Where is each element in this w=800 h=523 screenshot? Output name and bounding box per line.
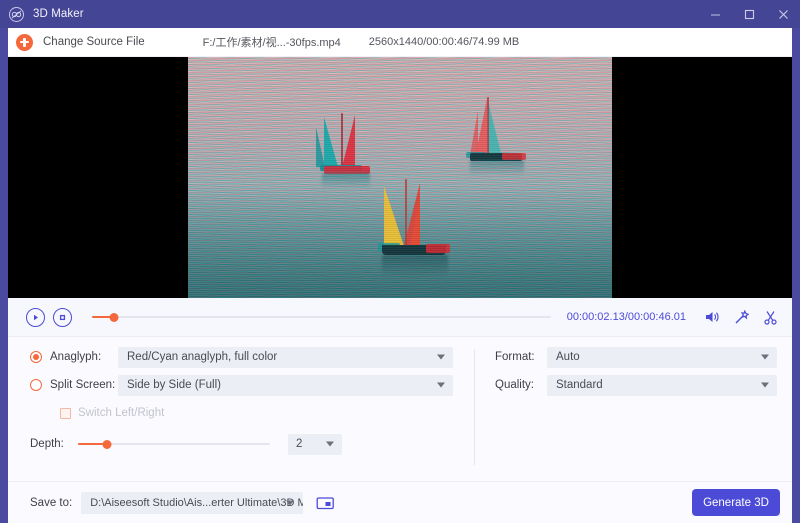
format-select-value: Auto (556, 351, 580, 363)
chevron-down-icon (437, 382, 445, 388)
depth-select-value: 2 (296, 438, 303, 450)
minimize-button[interactable] (698, 0, 732, 28)
source-file-meta: 2560x1440/00:00:46/74.99 MB (368, 36, 520, 48)
stop-icon[interactable] (53, 307, 72, 327)
quality-label: Quality: (495, 379, 534, 391)
settings-area: Anaglyph: Red/Cyan anaglyph, full color … (8, 337, 792, 481)
chevron-down-icon (286, 500, 295, 505)
change-source-file-button[interactable]: Change Source File (43, 36, 145, 48)
source-file-bar: Change Source File F:/工作/素材/视...-30fps.m… (8, 28, 792, 57)
seek-slider[interactable] (92, 310, 551, 324)
player-control-bar: 00:00:02.13/00:00:46.01 (8, 298, 792, 337)
window-controls (698, 0, 800, 28)
3d-glasses-icon (9, 6, 24, 22)
chevron-down-icon (437, 354, 445, 360)
depth-handle[interactable] (102, 439, 112, 449)
anaglyph-radio[interactable] (30, 351, 42, 363)
depth-slider[interactable] (78, 437, 270, 451)
switch-lr-label: Switch Left/Right (78, 407, 165, 419)
switch-lr-row: Switch Left/Right (60, 403, 474, 423)
split-screen-radio[interactable] (30, 379, 42, 391)
quality-select[interactable]: Standard (547, 374, 777, 396)
app-body: Change Source File F:/工作/素材/视...-30fps.m… (8, 28, 792, 523)
window-title: 3D Maker (33, 8, 84, 20)
scissors-icon[interactable] (758, 305, 782, 329)
title-bar: 3D Maker (0, 0, 800, 28)
split-screen-select-value: Side by Side (Full) (127, 379, 221, 391)
app-window: 3D Maker Change Source File F:/工作/素材/视..… (0, 0, 800, 523)
depth-select[interactable]: 2 (288, 433, 342, 455)
video-preview[interactable] (8, 57, 792, 298)
settings-right-column: Format: Auto Quality: Standard (475, 346, 792, 481)
sailboat-left (308, 107, 384, 189)
generate-3d-button[interactable]: Generate 3D (692, 489, 780, 516)
anaglyph-select[interactable]: Red/Cyan anaglyph, full color (118, 346, 453, 368)
chevron-down-icon (761, 382, 769, 388)
magic-wand-icon[interactable] (729, 305, 753, 329)
format-row: Format: Auto (495, 346, 792, 368)
bottom-bar: Save to: D:\Aiseesoft Studio\Ais...erter… (8, 481, 792, 523)
quality-row: Quality: Standard (495, 374, 792, 396)
split-screen-label: Split Screen: (50, 379, 116, 391)
seek-track (92, 315, 551, 319)
chevron-down-icon (761, 354, 769, 360)
video-frame (188, 57, 612, 298)
split-screen-select[interactable]: Side by Side (Full) (118, 374, 453, 396)
folder-open-icon[interactable] (314, 493, 336, 512)
seek-handle[interactable] (109, 312, 119, 322)
format-label: Format: (495, 351, 535, 363)
switch-lr-checkbox[interactable] (60, 407, 71, 419)
anaglyph-row: Anaglyph: Red/Cyan anaglyph, full color (30, 346, 474, 368)
anaglyph-select-value: Red/Cyan anaglyph, full color (127, 351, 278, 363)
depth-row: Depth: 2 (30, 433, 474, 455)
save-path-select[interactable]: D:\Aiseesoft Studio\Ais...erter Ultimate… (81, 491, 304, 514)
volume-icon[interactable] (700, 305, 724, 329)
settings-left-column: Anaglyph: Red/Cyan anaglyph, full color … (8, 346, 474, 481)
depth-label: Depth: (30, 438, 64, 450)
format-select[interactable]: Auto (547, 346, 777, 368)
split-screen-row: Split Screen: Side by Side (Full) (30, 374, 474, 396)
save-path-value: D:\Aiseesoft Studio\Ais...erter Ultimate… (90, 496, 304, 509)
anaglyph-label: Anaglyph: (50, 351, 102, 363)
sailboat-right (458, 95, 536, 176)
add-source-icon-wrap[interactable] (16, 33, 33, 51)
quality-select-value: Standard (556, 379, 603, 391)
plus-circle-icon[interactable] (16, 33, 33, 51)
time-display: 00:00:02.13/00:00:46.01 (566, 311, 686, 323)
save-to-label: Save to: (30, 496, 73, 509)
maximize-button[interactable] (732, 0, 766, 28)
source-file-path: F:/工作/素材/视...-30fps.mp4 (202, 37, 341, 49)
play-icon[interactable] (26, 307, 45, 327)
chevron-down-icon (326, 441, 334, 447)
close-button[interactable] (766, 0, 800, 28)
sailboat-center (366, 177, 462, 277)
